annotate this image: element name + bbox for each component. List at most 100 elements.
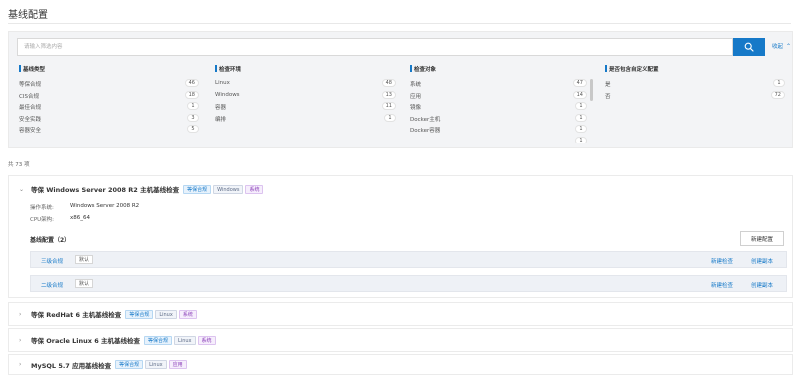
rule-name: 等保 Oracle Linux 6 主机基线检查 [31, 337, 140, 345]
cpu-meta: CPU架构: x86_64 [30, 215, 90, 223]
page-title: 基线配置 [8, 10, 48, 21]
chevron-down-icon[interactable]: ⌄ [19, 186, 31, 193]
facet-item-count: 1 [575, 102, 587, 110]
tag-environment: Windows [213, 184, 244, 194]
tag-environment: Linux [145, 360, 167, 369]
facet-item-label: Docker容器 [410, 128, 441, 134]
facet-check-environment: 检查环境 Linux 48 Windows 13 容器 11 编排 1 [215, 65, 396, 143]
facet-item[interactable]: 最佳合规 1 [19, 102, 199, 114]
facet-item-label: 应用 [410, 93, 422, 100]
search-input[interactable] [17, 38, 733, 56]
facet-item[interactable]: 应用 14 [410, 90, 587, 103]
tag-object: 系统 [178, 309, 197, 319]
tag-environment: Linux [174, 335, 196, 345]
facet-item[interactable]: 容器安全 5 [19, 125, 199, 137]
subconfig-row: 二级合规 默认 新建检查 创建副本 [30, 275, 787, 292]
rule-card[interactable]: › MySQL 5.7 应用基线检查 等保合规 Linux 应用 [8, 354, 793, 375]
rule-card[interactable]: › 等保 RedHat 6 主机基线检查 等保合规 Linux 系统 [8, 302, 793, 326]
create-copy-link[interactable]: 创建副本 [751, 257, 773, 265]
rule-header[interactable]: › 等保 RedHat 6 主机基线检查 等保合规 Linux 系统 [19, 303, 199, 325]
facet-item-count: 1 [187, 102, 199, 110]
tag-baseline-type: 等保合规 [144, 335, 173, 345]
chevron-right-icon[interactable]: › [19, 311, 31, 318]
chevron-right-icon[interactable]: › [19, 337, 31, 344]
rule-header[interactable]: › 等保 Oracle Linux 6 主机基线检查 等保合规 Linux 系统 [19, 329, 218, 351]
facet-item-label: 容器 [215, 105, 227, 111]
facet-item-label: 容器安全 [19, 128, 42, 134]
facet-list: 等保合规 46 CIS合规 18 最佳合规 1 安全实践 3 容器安全 5 [19, 79, 199, 143]
facet-item-count: 11 [381, 102, 396, 110]
facet-item-count: 3 [187, 113, 199, 122]
rule-header[interactable]: › MySQL 5.7 应用基线检查 等保合规 Linux 应用 [19, 355, 189, 374]
new-check-link[interactable]: 新建检查 [711, 281, 733, 289]
facet-item-label: CIS合规 [19, 93, 39, 100]
facet-item[interactable]: Linux 48 [215, 79, 396, 91]
facet-title: 检查对象 [410, 65, 436, 73]
facet-item-count: 72 [770, 90, 785, 99]
facet-list: 是1 否 72 [605, 79, 785, 143]
facet-list: 系统 47 应用 14 镜像 1 Docker主机 1 Docker容器 1 1 [410, 79, 587, 143]
rule-header[interactable]: ⌄ 等保 Windows Server 2008 R2 主机基线检查 等保合规 … [19, 176, 265, 202]
subconfig-name[interactable]: 三级合规 [41, 257, 63, 265]
result-count: 共 73 项 [8, 162, 30, 168]
tag-object: 系统 [245, 184, 264, 194]
facet-check-object: 检查对象 系统 47 应用 14 镜像 1 Docker主机 1 Docker容器 1 1 [410, 65, 593, 143]
new-check-link[interactable]: 新建检查 [711, 257, 733, 265]
new-config-button[interactable]: 新建配置 [740, 231, 784, 246]
chevron-right-icon[interactable]: › [19, 361, 31, 368]
facet-item-label: 等保合规 [19, 82, 42, 88]
facet-item[interactable]: Docker主机 1 [410, 113, 587, 126]
os-value: Windows Server 2008 R2 [70, 203, 140, 209]
facet-item-count: 46 [184, 79, 199, 87]
facet-item-count: 1 [575, 113, 587, 122]
collapse-label: 收起 [772, 44, 784, 50]
facet-scrollbar[interactable] [590, 79, 593, 101]
tag-environment: Linux [155, 309, 177, 319]
facet-item-label: 最佳合规 [19, 105, 42, 111]
search-icon [744, 42, 754, 52]
facet-baseline-type: 基线类型 等保合规 46 CIS合规 18 最佳合规 1 安全实践 3 容器安全 5 [19, 65, 199, 143]
tag-baseline-type: 等保合规 [115, 360, 144, 369]
create-copy-link[interactable]: 创建副本 [751, 281, 773, 289]
facet-item-count: 5 [187, 125, 199, 133]
facet-item[interactable]: Docker容器 1 [410, 125, 587, 137]
facet-item-count: 14 [572, 90, 587, 99]
facet-title: 基线类型 [19, 65, 45, 73]
os-label: 操作系统: [30, 205, 54, 211]
tag-object: 应用 [168, 360, 187, 369]
tag-object: 系统 [197, 335, 216, 345]
facet-item[interactable]: 编排 1 [215, 113, 396, 126]
chevron-up-icon: ⌃ [786, 43, 792, 50]
facet-item[interactable]: 1 [410, 136, 587, 143]
facet-item-label: Docker主机 [410, 116, 441, 123]
subconfig-name[interactable]: 二级合规 [41, 281, 63, 289]
rule-name: MySQL 5.7 应用基线检查 [31, 361, 112, 370]
search-row: 收起⌃ [17, 38, 791, 56]
facet-item[interactable]: Windows 13 [215, 90, 396, 103]
facet-item[interactable]: 安全实践 3 [19, 113, 199, 126]
facet-item-label: 否 [605, 93, 611, 100]
search-button[interactable] [733, 38, 765, 56]
facet-item[interactable]: 容器 11 [215, 102, 396, 114]
facet-item[interactable]: 否 72 [605, 90, 785, 103]
facet-item[interactable]: 镜像 1 [410, 102, 587, 114]
facet-item[interactable]: 系统 47 [410, 79, 587, 91]
rule-name: 等保 Windows Server 2008 R2 主机基线检查 [31, 186, 180, 194]
facet-item[interactable]: CIS合规 18 [19, 90, 199, 103]
facet-item-label: 编排 [215, 116, 227, 123]
facet-item-count: 1 [575, 136, 587, 143]
filter-panel: 收起⌃ 基线类型 等保合规 46 CIS合规 18 最佳合规 1 安全实践 3 容器安全… [8, 31, 793, 148]
facet-title: 是否包含自定义配置 [605, 65, 659, 73]
os-meta: 操作系统: Windows Server 2008 R2 [30, 203, 139, 211]
rule-name: 等保 RedHat 6 主机基线检查 [31, 311, 122, 319]
subconfig-row: 三级合规 默认 新建检查 创建副本 [30, 251, 787, 268]
facet-item[interactable]: 等保合规 46 [19, 79, 199, 91]
tag-baseline-type: 等保合规 [125, 309, 154, 319]
rule-card[interactable]: › 等保 Oracle Linux 6 主机基线检查 等保合规 Linux 系统 [8, 328, 793, 352]
collapse-toggle[interactable]: 收起 ⌃ [772, 42, 791, 50]
default-badge: 默认 [75, 255, 94, 264]
facet-item-count: 48 [381, 79, 396, 87]
cpu-value: x86_64 [70, 215, 91, 221]
facet-item[interactable]: 是1 [605, 79, 785, 91]
facet-item-label: Windows [215, 91, 240, 98]
